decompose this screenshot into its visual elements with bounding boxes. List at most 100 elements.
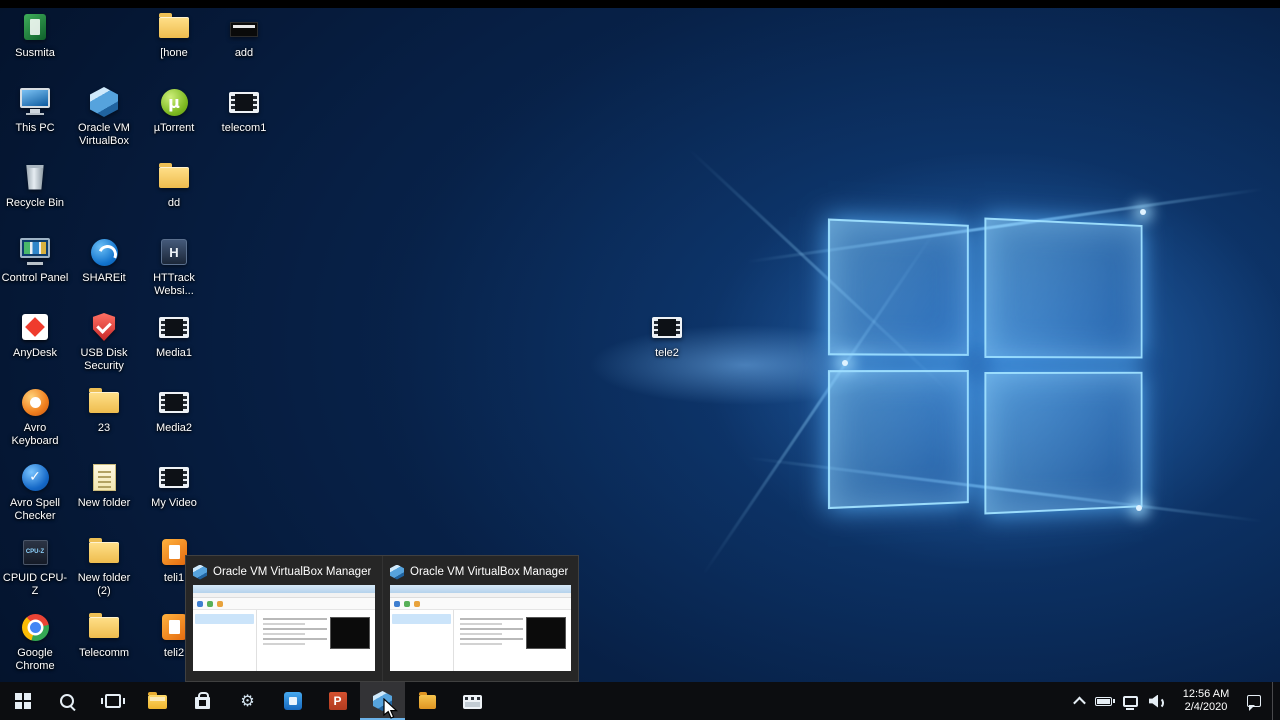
tray-icon [1149, 695, 1165, 709]
hidden-icons-chevron[interactable] [1073, 696, 1086, 709]
desktop-icon-glyph [156, 10, 192, 44]
wallpaper-spark [1140, 209, 1146, 215]
desktop-icon-glyph [86, 310, 122, 344]
toolbar-dot [404, 600, 410, 607]
desktop-icon-glyph [156, 85, 192, 119]
desktop-icon-label: Telecomm [78, 647, 130, 659]
windows-logo-pane [984, 371, 1143, 515]
desktop-icon-label: telecom1 [221, 122, 267, 134]
desktop-icon[interactable]: USB Disk Security [70, 310, 138, 373]
desktop-icon[interactable]: Control Panel [1, 235, 69, 285]
window-thumbnail[interactable] [193, 585, 375, 671]
thumb-selected-vm [195, 614, 254, 624]
toolbar-dot [207, 600, 213, 607]
desktop-icon-label: teli1 [163, 572, 185, 584]
windows-logo-pane [827, 370, 969, 510]
desktop-icon-label: Media2 [155, 422, 193, 434]
desktop-icon[interactable]: Google Chrome [1, 610, 69, 673]
store-button[interactable] [180, 682, 225, 720]
desktop-icon[interactable]: Avro Keyboard [1, 385, 69, 448]
window-thumbnail[interactable] [390, 585, 571, 671]
desktop-icon[interactable]: telecom1 [210, 85, 278, 135]
preview-title: Oracle VM VirtualBox Manager [410, 566, 569, 578]
windows-logo-wallpaper [827, 210, 1146, 526]
app-icon [463, 695, 482, 709]
desktop-icon[interactable]: Oracle VM VirtualBox [70, 85, 138, 148]
desktop-icon-glyph [17, 535, 53, 569]
desktop-icon-label: New folder (2) [77, 572, 131, 597]
desktop-icon[interactable]: CPUID CPU-Z [1, 535, 69, 598]
thumb-vm-list [193, 610, 257, 671]
app-icon [148, 692, 167, 709]
window-preview[interactable]: Oracle VM VirtualBox Manager [382, 556, 578, 681]
app-icon [283, 692, 302, 710]
desktop-icon[interactable]: AnyDesk [1, 310, 69, 360]
desktop-icon[interactable]: Susmita [1, 10, 69, 60]
video-app-button[interactable] [450, 682, 495, 720]
desktop-icon-glyph [649, 310, 685, 344]
app-icon [14, 693, 31, 709]
network-icon[interactable] [1123, 695, 1138, 710]
desktop-icon-label: 23 [97, 422, 111, 434]
settings-button[interactable] [225, 682, 270, 720]
desktop-icon[interactable]: dd [140, 160, 208, 210]
task-view-button[interactable] [90, 682, 135, 720]
desktop-icon[interactable]: New folder [70, 460, 138, 510]
desktop-icon[interactable]: HTTrack Websi... [140, 235, 208, 298]
desktop-icon[interactable]: My Video [140, 460, 208, 510]
desktop-icon[interactable]: add [210, 10, 278, 60]
toolbar-dot [197, 600, 203, 607]
windows-logo-pane [984, 217, 1143, 359]
app-icon [195, 692, 210, 709]
windows-desktop-screen: Susmita This PC Recycle Bin Control Pane… [0, 0, 1280, 720]
desktop-icon[interactable]: Media1 [140, 310, 208, 360]
desktop-icon[interactable]: 23 [70, 385, 138, 435]
file-explorer-button[interactable] [135, 682, 180, 720]
clock-date: 2/4/2020 [1184, 701, 1228, 713]
desktop-icon-label: Susmita [15, 47, 55, 59]
desktop-icon[interactable]: SHAREit [70, 235, 138, 285]
show-desktop-button[interactable] [1272, 682, 1278, 720]
taskbar-apps [0, 682, 495, 720]
action-center-button[interactable] [1247, 695, 1261, 711]
folder-app-button[interactable] [405, 682, 450, 720]
taskbar-clock[interactable]: 12:56 AM 2/4/2020 [1178, 688, 1234, 714]
desktop-icon[interactable]: This PC [1, 85, 69, 135]
window-preview[interactable]: Oracle VM VirtualBox Manager [186, 556, 382, 681]
app-icon [419, 692, 436, 709]
desktop-icon[interactable]: tele2 [633, 310, 701, 360]
thumb-body [193, 610, 375, 671]
preview-header: Oracle VM VirtualBox Manager [193, 564, 375, 580]
desktop-icon[interactable]: Media2 [140, 385, 208, 435]
preview-header: Oracle VM VirtualBox Manager [390, 564, 571, 580]
desktop-icon-glyph [156, 310, 192, 344]
desktop-icon-label: USB Disk Security [80, 347, 128, 372]
desktop-icon-glyph [17, 310, 53, 344]
volume-icon[interactable] [1149, 695, 1165, 709]
battery-icon[interactable] [1095, 696, 1115, 706]
desktop-icon-label: Control Panel [1, 272, 69, 284]
desktop-icon-glyph [17, 610, 53, 644]
desktop-icon[interactable]: Recycle Bin [1, 160, 69, 210]
desktop-icon-label: This PC [15, 122, 55, 134]
desktop-icon-glyph [86, 385, 122, 419]
desktop-icon[interactable]: New folder (2) [70, 535, 138, 598]
powerpoint-button[interactable] [315, 682, 360, 720]
desktop-icon[interactable]: µTorrent [140, 85, 208, 135]
app-icon [373, 691, 392, 711]
desktop-icon[interactable]: [hone [140, 10, 208, 60]
search-button[interactable] [45, 682, 90, 720]
thumb-details [454, 610, 571, 671]
virtualbox-button[interactable] [360, 682, 405, 720]
desktop-icon-label: µTorrent [153, 122, 195, 134]
desktop-icon-glyph [156, 460, 192, 494]
virtualbox-icon [193, 564, 207, 580]
desktop-icon[interactable]: Avro Spell Checker [1, 460, 69, 523]
blue-app-button[interactable] [270, 682, 315, 720]
desktop-icon-glyph [156, 235, 192, 269]
start-button[interactable] [0, 682, 45, 720]
toolbar-dot [414, 600, 420, 607]
desktop-icon-glyph [226, 10, 262, 44]
system-tray: 12:56 AM 2/4/2020 [1073, 682, 1280, 720]
desktop-icon[interactable]: Telecomm [70, 610, 138, 660]
